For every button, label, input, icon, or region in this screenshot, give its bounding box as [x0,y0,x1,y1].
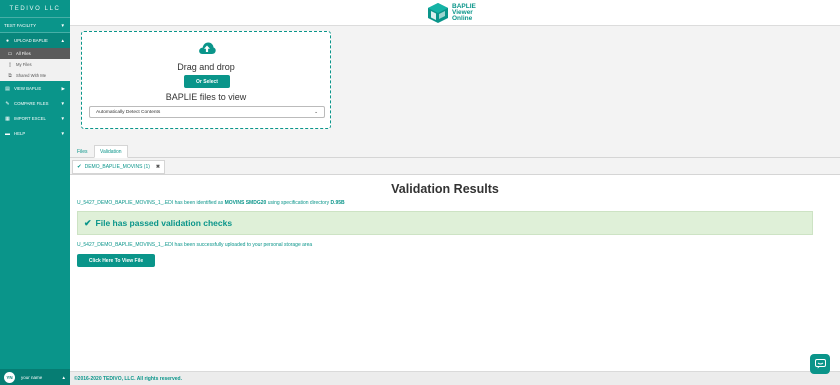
select-value: Automatically Detect Contents [96,109,161,115]
caret-up-icon: ▲ [61,374,66,380]
sub-item-all-files[interactable]: ▭ All Files [0,48,70,59]
passed-text: File has passed validation checks [95,218,233,228]
nav-import-label: IMPORT EXCEL [14,116,46,121]
passed-alert: ✔ File has passed validation checks [77,211,813,235]
facility-label: TEST FACILITY [4,22,37,28]
dir-text: using specification directory [267,200,330,206]
excel-icon: ▦ [5,115,10,122]
sub-item-label: My Files [16,62,32,67]
close-icon[interactable]: ✖ [156,164,160,170]
caret-down-icon: ▼ [60,131,65,136]
nav-import-excel[interactable]: ▦ IMPORT EXCEL ▼ [0,111,70,126]
drag-drop-text: Drag and drop [177,62,235,72]
sub-item-my-files[interactable]: ▯ My Files [0,59,70,70]
directory-name: D.95B [330,200,345,206]
footer: ©2016-2020 TEDIVO, LLC. All rights reser… [70,371,840,385]
logo-line: Online [452,15,473,23]
cloud-upload-icon [199,42,216,54]
copyright-text: ©2016-2020 TEDIVO, LLC. All rights reser… [74,375,182,382]
avatar: YN [4,371,15,383]
user-menu[interactable]: YN your name ▲ [0,369,70,385]
pencil-icon: ✎ [5,100,10,107]
document-icon: ▤ [5,85,10,92]
caret-down-icon: ▼ [60,116,65,121]
user-name: your name [21,374,43,380]
identified-message: U_5427_DEMO_BAPLIE_MOVINS_1_.EDI has bee… [77,200,345,206]
caret-up-icon: ▲ [60,38,65,43]
caret-down-icon: ▼ [60,101,65,106]
logo-text: BAPLIE Viewer Online [452,3,476,23]
tab-files[interactable]: Files [72,145,93,158]
validation-title: Validation Results [391,182,499,196]
baplie-files-text: BAPLIE files to view [165,92,247,102]
folder-icon: ▭ [7,50,13,57]
sub-item-label: All Files [16,51,31,56]
nav-view-label: VIEW BAPLIE [14,86,42,91]
file-name: U_5427_DEMO_BAPLIE_MOVINS_1_.EDI [77,200,174,206]
chevron-down-icon: ⌄ [314,109,318,114]
view-file-button[interactable]: Click Here To View File [77,254,155,267]
caret-down-icon: ▼ [60,22,65,28]
identified-text: has been identified as [174,200,224,206]
facility-selector[interactable]: TEST FACILITY ▼ [0,18,70,33]
sub-item-label: Shared With Me [16,73,47,78]
detect-contents-select[interactable]: Automatically Detect Contents ⌄ [89,106,325,118]
nav-help[interactable]: ▬ HELP ▼ [0,126,70,141]
chat-widget-button[interactable] [810,354,830,374]
share-icon: ⧉ [8,72,12,79]
sub-item-shared[interactable]: ⧉ Shared With Me [0,70,70,81]
tab-validation[interactable]: Validation [94,145,128,158]
spec-name: MOVINS SMDG20 [224,200,267,206]
sidebar: TEDIVO LLC TEST FACILITY ▼ ● UPLOAD BAPL… [0,0,70,385]
upload-submenu: ▭ All Files ▯ My Files ⧉ Shared With Me [0,48,70,81]
file-icon: ▯ [8,61,12,68]
container-logo-icon [428,3,448,23]
or-select-button[interactable]: Or Select [184,75,230,88]
file-tab-bar: ✔ DEMO_BAPLIE_MOVINS (1) ✖ [70,158,840,175]
check-icon: ✔ [84,217,92,228]
brand-name: TEDIVO LLC [0,0,70,18]
caret-right-icon: ▶ [61,85,65,91]
nav-help-label: HELP [14,131,26,136]
upload-dropzone[interactable]: Drag and drop Or Select BAPLIE files to … [81,31,331,129]
file-tab[interactable]: ✔ DEMO_BAPLIE_MOVINS (1) ✖ [72,160,166,174]
user-icon: ● [5,37,10,44]
nav-compare-label: COMPARE FILES [14,101,49,106]
uploaded-message: U_5427_DEMO_BAPLIE_MOVINS_1_.EDI has bee… [77,242,313,248]
file-tab-label: DEMO_BAPLIE_MOVINS (1) [84,164,150,170]
nav-upload-label: UPLOAD BAPLIE [14,38,48,43]
nav-compare-files[interactable]: ✎ COMPARE FILES ▼ [0,96,70,111]
validation-panel: Validation Results U_5427_DEMO_BAPLIE_MO… [70,175,840,371]
check-circle-icon: ✔ [77,164,82,170]
nav-view-baplie[interactable]: ▤ VIEW BAPLIE ▶ [0,81,70,96]
chat-bubble-icon [814,359,826,369]
chat-icon: ▬ [5,130,10,137]
nav-upload-baplie[interactable]: ● UPLOAD BAPLIE ▲ [0,33,70,48]
top-header: BAPLIE Viewer Online [70,0,840,26]
app-logo[interactable]: BAPLIE Viewer Online [427,2,476,24]
tab-bar: Files Validation [70,144,840,158]
